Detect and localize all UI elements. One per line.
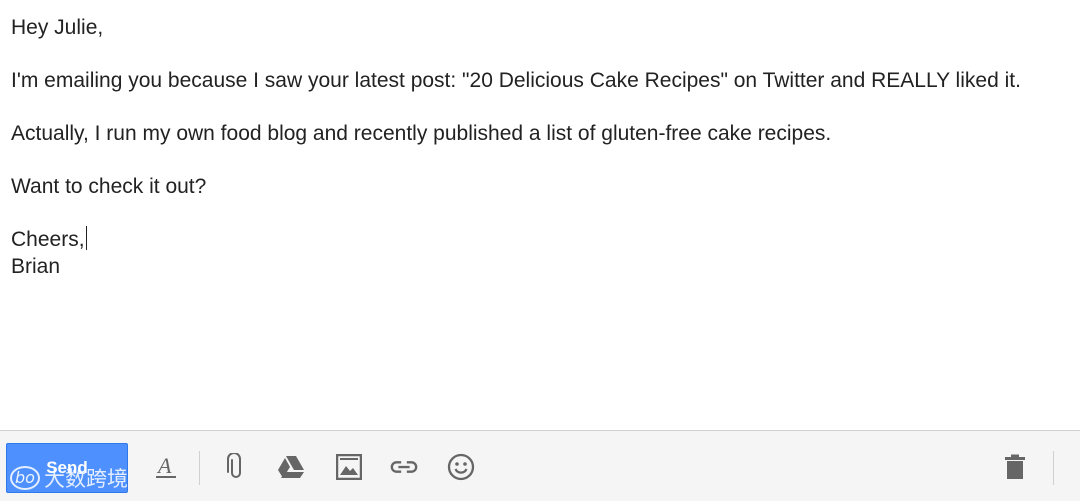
- link-icon[interactable]: [389, 452, 419, 482]
- email-greeting: Hey Julie,: [11, 16, 104, 39]
- svg-text:A: A: [156, 454, 172, 478]
- drive-icon[interactable]: [276, 452, 306, 482]
- emoji-icon[interactable]: [446, 452, 476, 482]
- email-paragraph: Want to check it out?: [11, 175, 207, 198]
- text-cursor: [85, 226, 87, 250]
- compose-toolbar: Send A: [0, 430, 1080, 501]
- email-paragraph: I'm emailing you because I saw your late…: [11, 69, 1021, 92]
- email-signoff-line: Cheers,: [11, 226, 1069, 253]
- send-button[interactable]: Send: [6, 443, 128, 493]
- toolbar-separator: [1053, 451, 1054, 485]
- email-signature: Brian: [11, 255, 61, 278]
- photo-icon[interactable]: [334, 452, 364, 482]
- email-paragraph: Actually, I run my own food blog and rec…: [11, 122, 832, 145]
- formatting-icon[interactable]: A: [151, 452, 181, 482]
- email-signoff: Cheers,: [11, 228, 85, 251]
- message-body-editor[interactable]: Hey Julie, I'm emailing you because I sa…: [0, 0, 1080, 430]
- toolbar-separator: [199, 451, 200, 485]
- attach-icon[interactable]: [221, 452, 251, 482]
- trash-icon[interactable]: [1000, 452, 1030, 482]
